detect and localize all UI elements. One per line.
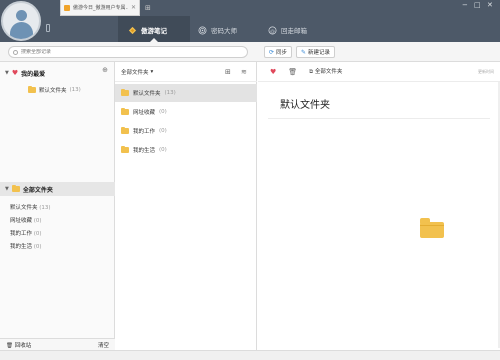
heart-icon: ♥ [11, 69, 19, 77]
move-to-folder-label: 全部文件夹 [314, 69, 343, 75]
new-note-button[interactable]: ✎ 新建记录 [296, 46, 336, 58]
nav-tab-passwords[interactable]: 密码大师 [198, 25, 237, 35]
close-window-button[interactable]: ✕ [487, 1, 493, 9]
folder-row-label: 网址收藏 [133, 110, 156, 116]
trash-icon: 🗑 [6, 342, 13, 349]
heart-icon[interactable]: ♥ [270, 68, 276, 76]
news-logo-icon [64, 4, 70, 11]
folder-icon [121, 145, 129, 153]
nav-tab-notes-label: 傲游笔记 [141, 27, 167, 35]
minimize-button[interactable]: − [462, 1, 468, 9]
folder-row-count: (0) [159, 128, 167, 134]
favorite-item-count: (13) [69, 87, 81, 93]
search-box[interactable] [8, 46, 248, 58]
all-folders-header[interactable]: ▼ 全部文件夹 [0, 182, 115, 196]
folder-list-header-label: 全部文件夹 [121, 69, 149, 76]
sidebar-folder-bookmarks[interactable]: 网址收藏 (0) [10, 216, 42, 224]
close-icon[interactable]: ✕ [131, 4, 136, 11]
empty-folder-icon [420, 218, 444, 238]
add-favorite-icon[interactable]: ⊕ [102, 66, 108, 74]
sidebar-folder-label: 默认文件夹 [10, 205, 38, 211]
layers-icon[interactable]: ≋ [241, 68, 247, 76]
news-tab[interactable]: 傲游今日_傲游用户专属… ✕ [60, 0, 140, 16]
sidebar-folder-label: 网址收藏 [10, 218, 33, 224]
favorites-label: 我的最爱 [21, 70, 46, 78]
note-icon [128, 26, 137, 34]
folder-icon [121, 88, 129, 96]
search-toolbar: ⟳ 同步 ✎ 新建记录 [0, 42, 500, 62]
grid-icon[interactable]: ⊞ [145, 5, 151, 12]
folder-icon [11, 184, 20, 192]
expand-triangle-icon: ▼ [5, 70, 9, 76]
folder-list-pane: 全部文件夹 ▾ ⊞ ≋ 默认文件夹 (13) 网址收藏 (0) 我的工作 (0)… [115, 62, 257, 350]
sidebar-folder-count: (0) [33, 231, 42, 237]
mail-icon: @ [268, 26, 277, 34]
expand-triangle-icon: ▼ [5, 186, 9, 192]
sidebar-folder-label: 我的工作 [10, 231, 33, 237]
folder-row-work[interactable]: 我的工作 (0) [115, 122, 257, 140]
nav-tab-mail[interactable]: @ 回走邮箱 [268, 25, 307, 35]
sync-button-label: 同步 [276, 50, 288, 56]
folder-row-label: 默认文件夹 [133, 91, 161, 97]
trash-icon[interactable]: 🗑 [288, 68, 297, 76]
avatar-body-shape [10, 22, 33, 39]
folder-row-life[interactable]: 我的生活 (0) [115, 141, 257, 159]
note-pane: ♥ 🗑 ⧉ 全部文件夹 更新时间 默认文件夹 [258, 62, 500, 350]
sidebar-folder-count: (0) [33, 218, 42, 224]
folder-row-label: 我的生活 [133, 148, 156, 154]
avatar-head-shape [16, 10, 27, 21]
sidebar-folder-work[interactable]: 我的工作 (0) [10, 229, 42, 237]
folder-icon [121, 107, 129, 115]
sidebar-footer: 🗑 回收站 清空 [0, 338, 115, 350]
new-note-button-label: 新建记录 [308, 50, 331, 56]
folder-row-default[interactable]: 默认文件夹 (13) [115, 84, 257, 102]
recycle-bin-button[interactable]: 🗑 回收站 [6, 341, 31, 349]
folder-move-icon: ⧉ [309, 69, 314, 75]
phone-icon[interactable] [46, 24, 50, 32]
move-to-folder-button[interactable]: ⧉ 全部文件夹 [309, 67, 342, 76]
search-input[interactable] [21, 49, 221, 55]
favorites-header[interactable]: ▼ ♥ 我的最爱 [0, 66, 115, 80]
fingerprint-icon [198, 26, 207, 34]
favorite-item[interactable]: 默认文件夹 (13) [28, 85, 81, 94]
folder-row-bookmarks[interactable]: 网址收藏 (0) [115, 103, 257, 121]
all-folders-label: 全部文件夹 [22, 186, 53, 194]
user-avatar[interactable] [1, 1, 41, 41]
nav-tab-notes[interactable]: 傲游笔记 [128, 25, 167, 35]
favorite-item-label: 默认文件夹 [39, 88, 67, 94]
sidebar: ▼ ♥ 我的最爱 ⊕ 默认文件夹 (13) ▼ 全部文件夹 默认文件夹 (13)… [0, 62, 115, 350]
folder-row-count: (0) [159, 109, 167, 115]
folder-row-label: 我的工作 [133, 129, 156, 135]
search-icon [13, 49, 18, 55]
status-bar [0, 350, 500, 360]
sidebar-folder-label: 我的生活 [10, 244, 33, 250]
sync-icon: ⟳ [269, 48, 275, 56]
sidebar-folder-default[interactable]: 默认文件夹 (13) [10, 203, 51, 211]
folder-icon [121, 126, 129, 134]
sidebar-folder-count: (13) [39, 205, 51, 211]
news-tab-title: 傲游今日_傲游用户专属… [73, 5, 128, 11]
folder-row-count: (0) [159, 147, 167, 153]
svg-text:@: @ [270, 28, 275, 34]
sidebar-folder-count: (0) [33, 244, 42, 250]
nav-tab-passwords-label: 密码大师 [211, 27, 237, 35]
sync-button[interactable]: ⟳ 同步 [264, 46, 293, 58]
folder-icon [28, 85, 36, 93]
recycle-bin-label: 回收站 [14, 342, 32, 349]
folder-row-count: (13) [164, 90, 176, 96]
note-title: 默认文件夹 [280, 100, 330, 111]
note-date: 更新时间 [478, 69, 494, 74]
note-toolbar: ♥ 🗑 ⧉ 全部文件夹 [258, 62, 500, 82]
divider [268, 118, 490, 119]
top-header: 傲游今日_傲游用户专属… ✕ ⊞ − □ ✕ 傲游笔记 密码大师 @ 回走邮箱 [0, 0, 500, 42]
nav-tab-mail-label: 回走邮箱 [281, 27, 307, 35]
chevron-down-icon: ▾ [150, 68, 154, 75]
new-folder-icon[interactable]: ⊞ [225, 68, 231, 76]
empty-trash-button[interactable]: 清空 [98, 341, 109, 349]
folder-list-header[interactable]: 全部文件夹 ▾ [115, 62, 257, 82]
maximize-button[interactable]: □ [474, 1, 481, 9]
new-note-icon: ✎ [301, 48, 307, 56]
sidebar-folder-life[interactable]: 我的生活 (0) [10, 242, 42, 250]
